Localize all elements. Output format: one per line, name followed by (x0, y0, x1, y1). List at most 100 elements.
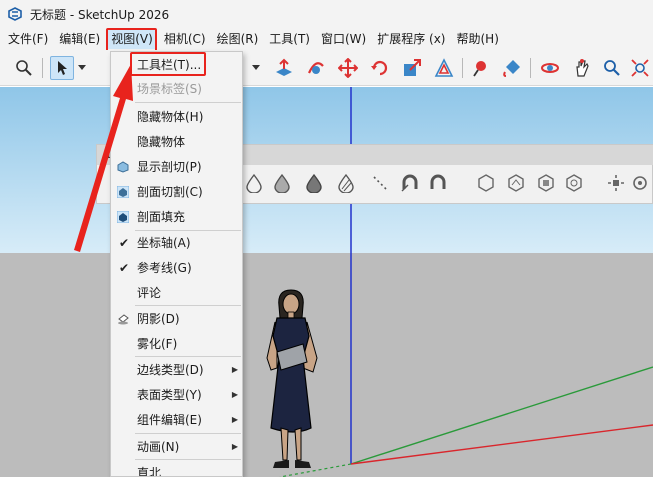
menu-tools[interactable]: 工具(T) (265, 29, 314, 49)
tool-dropdown-button[interactable] (250, 56, 262, 80)
highlight-box-toolbars-item (130, 52, 206, 76)
dotted-tool-button[interactable] (369, 171, 391, 195)
follow-me-tool-button[interactable] (304, 56, 328, 80)
explode-icon (608, 175, 624, 191)
solid-2-button[interactable] (505, 171, 527, 195)
rotate-tool-button[interactable] (368, 56, 392, 80)
follow-me-icon (308, 62, 324, 74)
menu-help[interactable]: 帮助(H) (452, 29, 502, 49)
section-cut-icon (117, 186, 129, 198)
chevron-down-icon (252, 65, 260, 70)
check-mark-icon: ✔ (119, 82, 130, 96)
view-menu-guides[interactable]: ✔ 参考线(G) (111, 256, 242, 280)
shadow-icon (118, 314, 129, 325)
select-dropdown-button[interactable] (76, 56, 88, 80)
explode-button[interactable] (605, 171, 627, 195)
hexagon-icon (478, 174, 494, 192)
paint-bucket-tool-button[interactable] (500, 56, 524, 80)
view-menu-north[interactable]: 直北 (111, 461, 242, 477)
submenu-arrow-icon: ▶ (231, 390, 238, 399)
item-label: 隐藏物体 (137, 135, 186, 149)
solid-3-button[interactable] (535, 171, 557, 195)
item-label: 组件编辑(E) (137, 413, 202, 427)
magnet-icon (430, 174, 446, 189)
view-menu-hidden-objects[interactable]: 隐藏物体 (111, 130, 242, 154)
title-bar: 无标题 - SketchUp 2026 (0, 0, 653, 28)
orbit-tool-button[interactable] (538, 56, 562, 80)
view-menu-axes[interactable]: ✔ 坐标轴(A) (111, 231, 242, 255)
window-title: 无标题 - SketchUp 2026 (30, 7, 170, 22)
item-label: 参考线(G) (137, 261, 192, 275)
pan-tool-button[interactable] (570, 56, 594, 80)
scale-tool-button[interactable] (400, 56, 424, 80)
section-plane-icon (117, 161, 129, 173)
outer-shell-button[interactable] (629, 171, 651, 195)
item-label: 场景标签(S) (137, 82, 202, 96)
view-menu-face-style[interactable]: 表面类型(Y) ▶ (111, 383, 242, 407)
view-menu-edge-style[interactable]: 边线类型(D) ▶ (111, 358, 242, 382)
shell-icon (633, 176, 647, 190)
item-label: 坐标轴(A) (137, 236, 191, 250)
drop-style-2-button[interactable] (271, 171, 293, 195)
tape-measure-tool-button[interactable] (470, 56, 494, 80)
item-label: 阴影(D) (137, 312, 180, 326)
view-menu-dropdown: 工具栏(T)... ✔ 场景标签(S) 隐藏物体(H) 隐藏物体 显示剖切(P)… (110, 51, 243, 477)
drop-hatched-icon (338, 173, 354, 193)
solid-1-button[interactable] (475, 171, 497, 195)
cursor-arrow-icon (58, 61, 67, 75)
zoom-extents-button[interactable] (628, 56, 652, 80)
menu-edit[interactable]: 编辑(E) (55, 29, 104, 49)
item-label: 直北 (137, 466, 162, 477)
sketchup-logo-icon (8, 7, 22, 21)
submenu-arrow-icon: ▶ (231, 415, 238, 424)
view-menu-shadows[interactable]: 阴影(D) (111, 307, 242, 331)
magnet-icon (401, 174, 418, 192)
menu-window[interactable]: 窗口(W) (317, 29, 370, 49)
move-tool-button[interactable] (336, 56, 360, 80)
drop-half-icon (274, 173, 290, 193)
view-menu-section-cuts[interactable]: 剖面切割(C) (111, 180, 242, 204)
view-menu-scene-tabs[interactable]: ✔ 场景标签(S) (111, 77, 242, 101)
item-label: 表面类型(Y) (137, 388, 202, 402)
rotate-icon (371, 60, 388, 76)
item-label: 雾化(F) (137, 337, 178, 351)
magnifier-icon (16, 60, 32, 76)
view-menu-section-planes[interactable]: 显示剖切(P) (111, 155, 242, 179)
drop-solid-icon (306, 173, 322, 193)
solid-4-button[interactable] (563, 171, 585, 195)
view-menu-section-fill[interactable]: 剖面填充 (111, 205, 242, 229)
hand-icon (576, 59, 589, 77)
hexagon-icon (508, 174, 524, 192)
zoom-button[interactable] (600, 56, 624, 80)
offset-tool-button[interactable] (432, 56, 456, 80)
menu-draw[interactable]: 绘图(R) (213, 29, 263, 49)
item-label: 隐藏物体(H) (137, 110, 204, 124)
drop-style-3-button[interactable] (303, 171, 325, 195)
orbit-icon (541, 63, 559, 73)
view-menu-fog[interactable]: 雾化(F) (111, 332, 242, 356)
push-pull-tool-button[interactable] (272, 56, 296, 80)
drop-style-4-button[interactable] (335, 171, 357, 195)
submenu-arrow-icon: ▶ (231, 365, 238, 374)
select-tool-button[interactable] (50, 56, 74, 80)
menu-extensions[interactable]: 扩展程序 (x) (373, 29, 449, 49)
magnet-tool-2-button[interactable] (427, 171, 449, 195)
magnifier-icon (604, 60, 620, 76)
tape-measure-icon (473, 61, 486, 77)
view-menu-animation[interactable]: 动画(N) ▶ (111, 435, 242, 459)
drop-style-1-button[interactable] (243, 171, 265, 195)
item-label: 边线类型(D) (137, 363, 204, 377)
magnet-tool-1-button[interactable] (399, 171, 421, 195)
submenu-arrow-icon: ▶ (231, 442, 238, 451)
zoom-tool-button[interactable] (12, 56, 36, 80)
view-menu-component-edit[interactable]: 组件编辑(E) ▶ (111, 408, 242, 432)
view-menu-hidden-geometry[interactable]: 隐藏物体(H) (111, 105, 242, 129)
menu-file[interactable]: 文件(F) (4, 29, 52, 49)
item-label: 评论 (137, 286, 162, 300)
menu-camera[interactable]: 相机(C) (160, 29, 210, 49)
view-menu-comments[interactable]: 评论 (111, 281, 242, 305)
paint-bucket-icon (503, 60, 520, 77)
chevron-down-icon (78, 65, 86, 70)
model-viewport[interactable]: 1 (0, 87, 653, 477)
person-figure (266, 289, 318, 468)
